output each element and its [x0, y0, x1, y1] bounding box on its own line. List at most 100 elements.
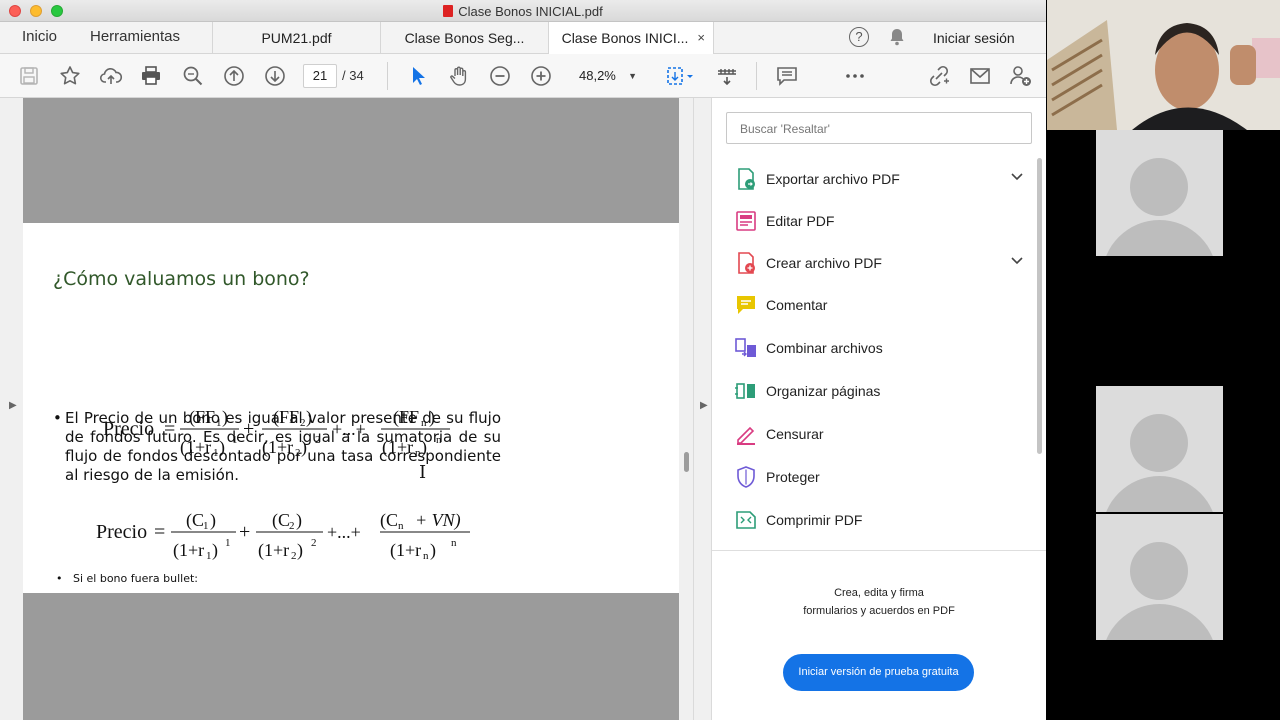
- tool-create-pdf[interactable]: Crear archivo PDF: [734, 248, 1024, 278]
- subscript: n: [398, 520, 404, 532]
- presenter-video: [1047, 0, 1280, 130]
- equals-sign: =: [154, 521, 165, 543]
- cloud-upload-icon[interactable]: [99, 64, 123, 88]
- email-icon[interactable]: [968, 64, 992, 88]
- tab-clase-bonos-seg[interactable]: Clase Bonos Seg...: [380, 22, 548, 54]
- chevron-down-icon[interactable]: [1010, 254, 1024, 268]
- avatar-body: [1102, 476, 1217, 512]
- paren: ): [297, 540, 303, 561]
- acrobat-window: Clase Bonos INICIAL.pdf Inicio Herramien…: [0, 0, 1046, 720]
- tab-clase-bonos-inicial[interactable]: Clase Bonos INICI... ×: [548, 22, 714, 55]
- scrollbar-thumb[interactable]: [684, 452, 689, 472]
- star-icon[interactable]: [58, 64, 82, 88]
- tool-comment[interactable]: Comentar: [734, 290, 1024, 320]
- tool-label: Proteger: [766, 469, 820, 485]
- panel-separator: [712, 550, 1046, 551]
- tab-label: Clase Bonos INICI...: [561, 30, 689, 46]
- compress-icon: [736, 511, 756, 529]
- print-icon[interactable]: [139, 64, 163, 88]
- zoom-out-icon[interactable]: [488, 64, 512, 88]
- formula-label: Precio: [96, 521, 147, 543]
- page-number-input[interactable]: 21: [303, 64, 337, 88]
- tool-label: Organizar páginas: [766, 383, 881, 399]
- export-pdf-icon: [738, 168, 755, 190]
- exponent: n: [451, 537, 457, 549]
- exponent: 2: [311, 537, 317, 549]
- tab-label: Clase Bonos Seg...: [404, 30, 525, 46]
- previous-page: [23, 98, 679, 223]
- document-viewport[interactable]: ▶ ¿Cómo valuamos un bono? • El Precio de…: [0, 98, 693, 720]
- comment-icon: [737, 296, 755, 314]
- bell-icon[interactable]: [889, 28, 905, 46]
- tool-compress[interactable]: Comprimir PDF: [734, 505, 1024, 535]
- save-icon[interactable]: [17, 64, 41, 88]
- zoom-level-select[interactable]: 48,2% ▼: [569, 64, 643, 88]
- redact-icon: [737, 426, 755, 445]
- tool-edit-pdf[interactable]: Editar PDF: [734, 206, 1024, 236]
- comment-icon[interactable]: [775, 64, 799, 88]
- chevron-down-icon[interactable]: [1010, 170, 1024, 184]
- denominator-term: (1+r: [173, 540, 204, 561]
- presenter-image: [1047, 0, 1280, 130]
- collapse-right-panel-icon[interactable]: ▶: [700, 400, 708, 411]
- hand-tool-icon[interactable]: [447, 64, 471, 88]
- subscript: 2: [291, 550, 297, 562]
- tool-protect[interactable]: Proteger: [734, 462, 1024, 492]
- fit-page-icon[interactable]: [665, 64, 697, 88]
- tool-label: Comentar: [766, 297, 828, 313]
- subscript: n: [423, 550, 429, 562]
- next-page-icon[interactable]: [263, 64, 287, 88]
- tool-label: Combinar archivos: [766, 340, 883, 356]
- add-user-icon[interactable]: [1009, 64, 1033, 88]
- promo-line: Crea, edita y firma: [834, 587, 924, 599]
- scrollbar-thumb[interactable]: [1037, 158, 1042, 454]
- scroll-mode-icon[interactable]: [715, 64, 739, 88]
- more-options-icon[interactable]: [843, 64, 867, 88]
- panel-divider[interactable]: ▶: [693, 98, 712, 720]
- numerator-term: + VN): [415, 510, 461, 531]
- combine-icon: [735, 338, 756, 357]
- zoom-in-icon[interactable]: [529, 64, 553, 88]
- nav-tools[interactable]: Herramientas: [90, 28, 180, 45]
- tab-bar: Inicio Herramientas PUM21.pdf Clase Bono…: [0, 22, 1046, 55]
- tool-label: Exportar archivo PDF: [766, 171, 900, 187]
- window-title: Clase Bonos INICIAL.pdf: [0, 4, 1046, 19]
- nav-home[interactable]: Inicio: [22, 28, 57, 45]
- edit-pdf-icon: [736, 211, 756, 231]
- tool-label: Comprimir PDF: [766, 512, 863, 528]
- tab-pum21[interactable]: PUM21.pdf: [212, 22, 380, 54]
- document-scrollbar[interactable]: [679, 98, 693, 720]
- help-icon[interactable]: ?: [849, 27, 869, 47]
- participant-tile: [1096, 514, 1223, 640]
- tool-organize[interactable]: Organizar páginas: [734, 376, 1024, 406]
- tool-label: Crear archivo PDF: [766, 255, 882, 271]
- tool-export-pdf[interactable]: Exportar archivo PDF: [734, 164, 1024, 194]
- promo-text: Crea, edita y firma formularios y acuerd…: [712, 584, 1046, 620]
- select-pointer-icon[interactable]: [406, 64, 430, 88]
- expand-left-panel-icon[interactable]: ▶: [9, 400, 17, 411]
- avatar: [1130, 414, 1188, 472]
- tool-redact[interactable]: Censurar: [734, 419, 1024, 449]
- numerator-term: (C: [186, 510, 204, 531]
- previous-page-icon[interactable]: [222, 64, 246, 88]
- tools-pane: Buscar 'Resaltar' Exportar archivo PDF E…: [712, 98, 1046, 720]
- share-link-icon[interactable]: [927, 64, 951, 88]
- zoom-value: 48,2%: [579, 68, 616, 83]
- exponent: 1: [225, 537, 231, 549]
- title-bar: Clase Bonos INICIAL.pdf: [0, 0, 1046, 22]
- paren: ): [430, 540, 436, 561]
- participant-tile: [1096, 386, 1223, 512]
- tab-close-icon[interactable]: ×: [697, 22, 705, 54]
- paren: ): [296, 510, 302, 531]
- denominator-term: (1+r: [258, 540, 289, 561]
- tools-scrollbar[interactable]: [1035, 158, 1043, 458]
- tool-combine[interactable]: Combinar archivos: [734, 333, 1024, 363]
- start-free-trial-button[interactable]: Iniciar versión de prueba gratuita: [783, 654, 974, 691]
- sign-in-link[interactable]: Iniciar sesión: [933, 30, 1015, 46]
- next-page: [23, 593, 679, 720]
- zoom-search-icon[interactable]: [181, 64, 205, 88]
- left-gutter: ▶: [0, 98, 23, 720]
- subscript: 2: [289, 520, 295, 532]
- tools-search-input[interactable]: Buscar 'Resaltar': [726, 112, 1032, 144]
- tools-list: Exportar archivo PDF Editar PDF Crear ar…: [712, 156, 1034, 551]
